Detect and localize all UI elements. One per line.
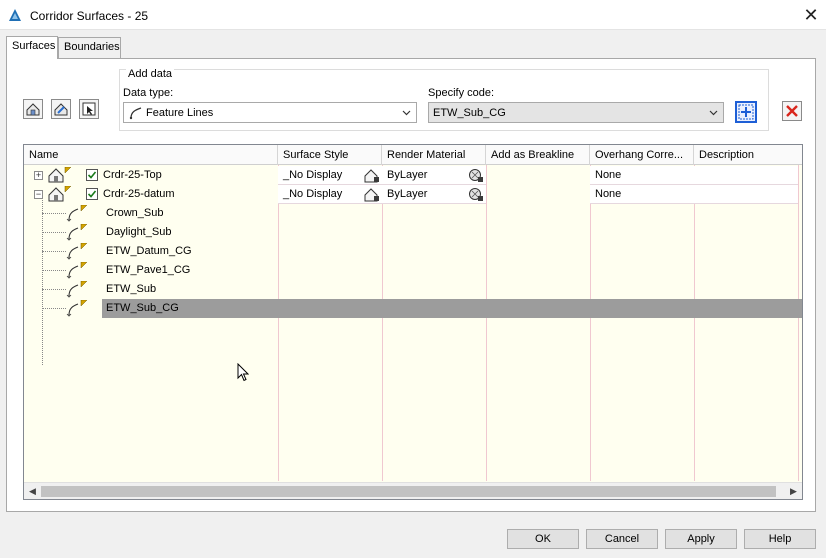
- feature-line-icon: [66, 300, 88, 317]
- tree-expander[interactable]: +: [34, 171, 43, 180]
- cancel-button[interactable]: Cancel: [586, 529, 658, 549]
- surface-row[interactable]: − Crdr-25-datum _No Display ByLayer None: [24, 185, 802, 204]
- surface-name: Crdr-25-Top: [103, 169, 162, 181]
- surface-item-row[interactable]: Daylight_Sub: [24, 223, 802, 242]
- window-title: Corridor Surfaces - 25: [30, 9, 149, 23]
- surface-style-value: _No Display: [283, 169, 343, 181]
- create-surface-button[interactable]: [23, 99, 43, 119]
- surface-icon: [48, 186, 72, 202]
- data-type-label: Data type:: [123, 87, 174, 99]
- add-data-group-label: Add data: [126, 68, 175, 80]
- feature-line-icon: [66, 243, 88, 260]
- surface-item-name: ETW_Sub_CG: [106, 302, 179, 314]
- ok-button[interactable]: OK: [507, 529, 579, 549]
- checkmark-icon: [87, 171, 97, 179]
- add-surface-item-button[interactable]: [51, 99, 71, 119]
- surface-icon: [48, 167, 72, 183]
- add-data-button[interactable]: [735, 101, 757, 123]
- surface-style-value: _No Display: [283, 188, 343, 200]
- selection-highlight: [102, 299, 802, 318]
- feature-line-icon: [66, 205, 88, 222]
- render-material-value: ByLayer: [387, 169, 428, 181]
- feature-line-icon: [129, 107, 142, 120]
- surface-item-name: ETW_Pave1_CG: [106, 264, 191, 276]
- tree-expander[interactable]: −: [34, 190, 43, 199]
- overhang-correction-value: None: [595, 169, 622, 181]
- style-picker-icon[interactable]: [364, 168, 380, 183]
- tab-boundaries[interactable]: Boundaries: [58, 37, 121, 58]
- checkmark-icon: [87, 190, 97, 198]
- surface-style-cell[interactable]: _No Display: [278, 185, 382, 204]
- surface-row[interactable]: + Crdr-25-Top _No Display ByLayer None: [24, 166, 802, 185]
- scroll-left-icon[interactable]: ◀: [25, 484, 40, 499]
- close-button[interactable]: ✕: [796, 0, 826, 30]
- apply-button[interactable]: Apply: [665, 529, 737, 549]
- add-to-surface-icon: [738, 104, 754, 120]
- scrollbar-thumb[interactable]: [41, 486, 776, 497]
- column-header-overhang-correction[interactable]: Overhang Corre...: [590, 145, 694, 165]
- surface-item-row[interactable]: ETW_Sub: [24, 280, 802, 299]
- column-header-render-material[interactable]: Render Material: [382, 145, 486, 165]
- data-type-dropdown[interactable]: Feature Lines: [123, 102, 417, 123]
- surface-visibility-checkbox[interactable]: [86, 169, 98, 181]
- overhang-correction-value: None: [595, 188, 622, 200]
- delete-item-button[interactable]: [782, 101, 802, 121]
- horizontal-scrollbar[interactable]: ◀ ▶: [24, 482, 802, 499]
- scroll-right-icon[interactable]: ▶: [786, 484, 801, 499]
- surface-item-name: Daylight_Sub: [106, 226, 172, 238]
- select-from-drawing-icon: [82, 102, 96, 116]
- render-material-cell[interactable]: ByLayer: [382, 185, 486, 204]
- chevron-down-icon: [709, 110, 718, 116]
- surface-item-name: Crown_Sub: [106, 207, 164, 219]
- surface-item-row[interactable]: Crown_Sub: [24, 204, 802, 223]
- column-header-surface-style[interactable]: Surface Style: [278, 145, 382, 165]
- description-cell[interactable]: [694, 185, 798, 204]
- feature-line-icon: [66, 281, 88, 298]
- close-icon: ✕: [803, 4, 819, 25]
- render-material-value: ByLayer: [387, 188, 428, 200]
- title-bar: Corridor Surfaces - 25 ✕: [0, 0, 826, 30]
- specify-code-dropdown[interactable]: ETW_Sub_CG: [428, 102, 724, 123]
- surface-visibility-checkbox[interactable]: [86, 188, 98, 200]
- feature-line-icon: [66, 224, 88, 241]
- data-type-value: Feature Lines: [146, 107, 214, 119]
- style-picker-icon[interactable]: [364, 187, 380, 202]
- grid-header: Name Surface Style Render Material Add a…: [24, 145, 802, 165]
- column-header-description[interactable]: Description: [694, 145, 802, 165]
- mouse-cursor-icon: [237, 363, 249, 382]
- civil3d-app-icon: [9, 9, 21, 21]
- surface-item-row-selected[interactable]: ETW_Sub_CG: [24, 299, 802, 318]
- surface-name: Crdr-25-datum: [103, 188, 175, 200]
- surface-item-name: ETW_Sub: [106, 283, 157, 295]
- material-picker-icon[interactable]: [468, 187, 484, 202]
- specify-code-label: Specify code:: [428, 87, 495, 99]
- surfaces-grid: Name Surface Style Render Material Add a…: [23, 144, 803, 500]
- chevron-down-icon: [402, 110, 411, 116]
- render-material-cell[interactable]: ByLayer: [382, 166, 486, 185]
- overhang-correction-cell[interactable]: None: [590, 166, 694, 185]
- select-from-drawing-button[interactable]: [79, 99, 99, 119]
- surface-item-name: ETW_Datum_CG: [106, 245, 192, 257]
- column-header-name[interactable]: Name: [24, 145, 278, 165]
- surface-item-row[interactable]: ETW_Pave1_CG: [24, 261, 802, 280]
- column-header-add-as-breakline[interactable]: Add as Breakline: [486, 145, 590, 165]
- material-picker-icon[interactable]: [468, 168, 484, 183]
- delete-x-icon: [786, 105, 798, 117]
- help-button[interactable]: Help: [744, 529, 816, 549]
- create-surface-icon: [26, 103, 40, 116]
- tab-surfaces[interactable]: Surfaces: [6, 36, 58, 59]
- surface-style-cell[interactable]: _No Display: [278, 166, 382, 185]
- overhang-correction-cell[interactable]: None: [590, 185, 694, 204]
- feature-line-icon: [66, 262, 88, 279]
- add-surface-item-icon: [54, 103, 68, 116]
- surfaces-panel: Add data Data type: Feature Lines Specif…: [6, 58, 816, 512]
- surface-item-row[interactable]: ETW_Datum_CG: [24, 242, 802, 261]
- specify-code-value: ETW_Sub_CG: [433, 107, 506, 119]
- description-cell[interactable]: [694, 166, 798, 185]
